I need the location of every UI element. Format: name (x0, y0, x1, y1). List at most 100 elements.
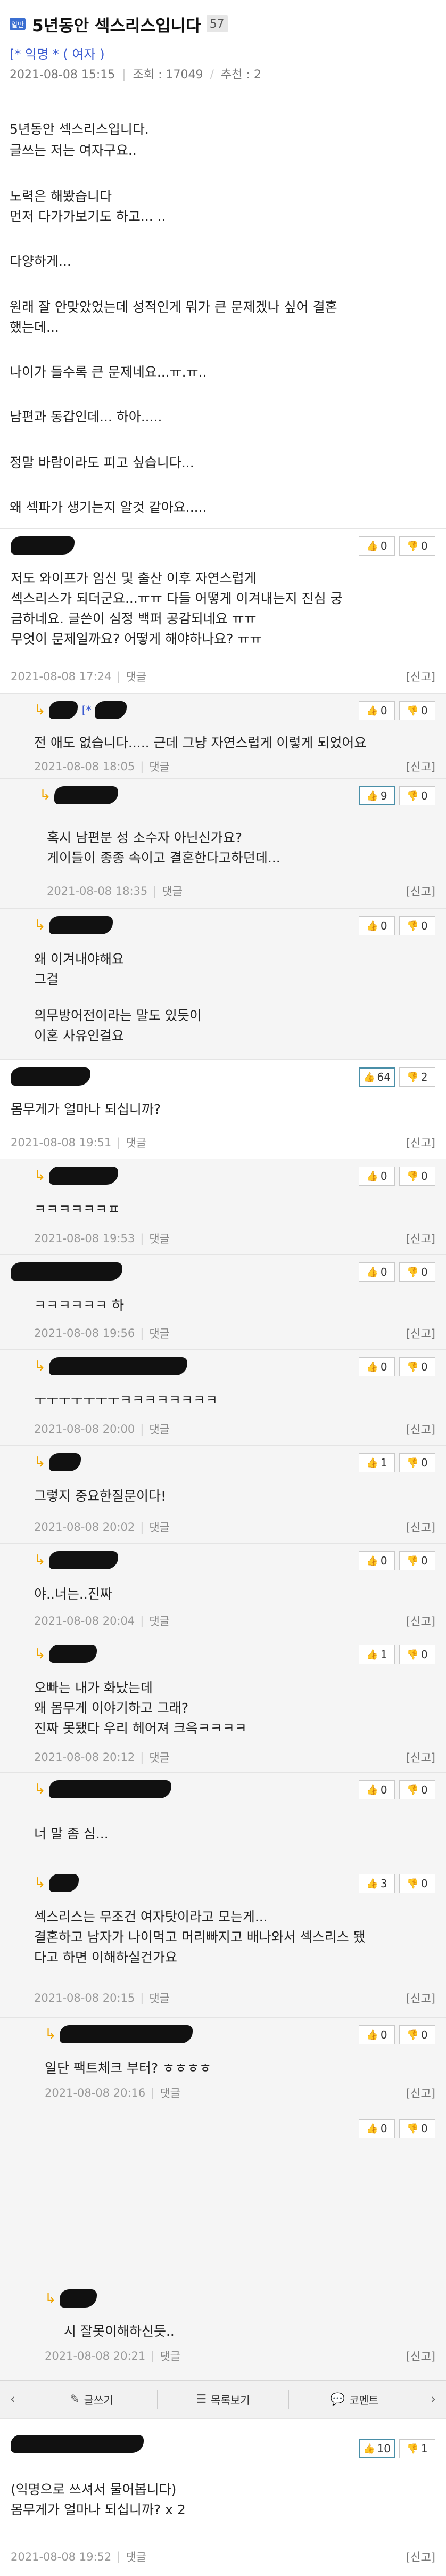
comment-author[interactable]: ↳ (34, 1645, 97, 1663)
upvote-button[interactable]: 👍 3 (359, 1874, 395, 1893)
report-link[interactable]: [신고] (406, 1135, 435, 1151)
upvote-button[interactable]: 👍 0 (359, 916, 395, 935)
downvote-button[interactable]: 👎 0 (399, 1645, 435, 1664)
downvote-button[interactable]: 👎 0 (399, 536, 435, 556)
reply-arrow-icon: ↳ (34, 1781, 46, 1797)
report-link[interactable]: [신고] (406, 1613, 435, 1629)
comment-author[interactable] (11, 2435, 144, 2453)
report-link[interactable]: [신고] (406, 2085, 435, 2101)
reply-link[interactable]: 댓글 (126, 2549, 146, 2565)
comment-author[interactable]: ↳ (34, 1453, 81, 1471)
upvote-button[interactable]: 👍 9 (359, 786, 395, 805)
report-link[interactable]: [신고] (406, 1519, 435, 1535)
comment-author[interactable] (11, 536, 75, 555)
upvote-button[interactable]: 👍 10 (359, 2439, 395, 2458)
upvote-button[interactable]: 👍 1 (359, 1645, 395, 1664)
thumbs-up-icon: 👍 (366, 705, 378, 716)
thumbs-down-icon: 👎 (407, 1555, 419, 1567)
comment-item: 👍 0 👎 0 저도 와이프가 임신 및 출산 이후 자연스럽게 섹스리스가 되더군… (0, 528, 446, 694)
vote-group: 👍 9 👎 0 (359, 786, 435, 805)
comment-reply: ↳ [* 👍 0 👎 0 전 애도 없습니다..... 근데 그냥 자연스럽게 이렇… (0, 694, 446, 779)
downvote-button[interactable]: 👎 0 (399, 1551, 435, 1570)
downvote-button[interactable]: 👎 0 (399, 786, 435, 805)
reply-link[interactable]: 댓글 (149, 759, 170, 775)
comment-button[interactable]: 💬 코멘트 (289, 2392, 420, 2407)
comment-line: 그렇지 중요한질문이다! (34, 1488, 166, 1504)
reply-arrow-icon: ↳ (45, 2026, 56, 2042)
downvote-button[interactable]: 👎 0 (399, 1874, 435, 1893)
reply-link[interactable]: 댓글 (149, 1749, 170, 1765)
reply-link[interactable]: 댓글 (149, 1990, 170, 2006)
post-author[interactable]: [* 익명 * ( 여자 ) (10, 44, 436, 62)
reply-link[interactable]: 댓글 (149, 1421, 170, 1437)
upvote-button[interactable]: 👍 0 (359, 701, 395, 720)
downvote-button[interactable]: 👎 0 (399, 2025, 435, 2044)
upvote-button[interactable]: 👍 1 (359, 1453, 395, 1472)
comment-author[interactable] (11, 1262, 122, 1281)
comment-author[interactable]: ↳ (45, 2025, 193, 2043)
comment-author[interactable]: ↳ [* (34, 701, 127, 719)
reply-arrow-icon: ↳ (34, 702, 46, 718)
comment-author[interactable]: ↳ (34, 916, 113, 934)
reply-link[interactable]: 댓글 (126, 1135, 146, 1151)
report-link[interactable]: [신고] (406, 2348, 435, 2364)
upvote-button[interactable]: 👍 0 (359, 536, 395, 556)
upvote-button[interactable]: 👍 0 (359, 1167, 395, 1186)
downvote-button[interactable]: 👎 1 (399, 2439, 435, 2458)
comment-author[interactable]: ↳ (34, 1780, 171, 1798)
comment-author[interactable]: ↳ (34, 1357, 187, 1375)
chevron-right-icon[interactable]: › (420, 2391, 446, 2407)
reply-link[interactable]: 댓글 (126, 669, 146, 684)
reply-link[interactable]: 댓글 (162, 883, 183, 899)
vote-group: 👍 1 👎 0 (359, 1453, 435, 1472)
comment-author[interactable]: ↳ (34, 1167, 118, 1185)
comment-line: 왜 이겨내야해요 (34, 951, 124, 967)
chevron-left-icon[interactable]: ‹ (0, 2391, 26, 2407)
downvote-button[interactable]: 👎 0 (399, 916, 435, 935)
downvote-button[interactable]: 👎 0 (399, 701, 435, 720)
reply-link[interactable]: 댓글 (149, 1230, 170, 1246)
report-link[interactable]: [신고] (406, 669, 435, 684)
write-button[interactable]: ✎ 글쓰기 (26, 2392, 157, 2407)
redacted-nickname (59, 2025, 193, 2043)
comment-author[interactable]: ↳ (34, 1551, 118, 1569)
reply-link[interactable]: 댓글 (160, 2348, 180, 2364)
comment-author[interactable] (11, 1067, 90, 1086)
reply-link[interactable]: 댓글 (160, 2085, 180, 2101)
report-link[interactable]: [신고] (406, 1749, 435, 1765)
report-link[interactable]: [신고] (406, 1990, 435, 2006)
downvote-button[interactable]: 👎 2 (399, 1067, 435, 1087)
comment-author[interactable]: ↳ (34, 1874, 79, 1892)
report-link[interactable]: [신고] (406, 2549, 435, 2565)
report-link[interactable]: [신고] (406, 759, 435, 775)
upvote-button[interactable]: 👍 64 (359, 1067, 395, 1087)
downvote-button[interactable]: 👎 0 (399, 2119, 435, 2138)
reply-link[interactable]: 댓글 (149, 1519, 170, 1535)
upvote-button[interactable]: 👍 0 (359, 1262, 395, 1282)
upvote-button[interactable]: 👍 0 (359, 2119, 395, 2138)
reply-arrow-icon: ↳ (34, 1552, 46, 1568)
report-link[interactable]: [신고] (406, 1325, 435, 1341)
thumbs-up-icon: 👍 (366, 1649, 378, 1660)
upvote-button[interactable]: 👍 0 (359, 1551, 395, 1570)
upvote-button[interactable]: 👍 0 (359, 1357, 395, 1376)
reply-arrow-icon: ↳ (34, 1646, 46, 1662)
reply-link[interactable]: 댓글 (149, 1613, 170, 1629)
downvote-button[interactable]: 👎 0 (399, 1262, 435, 1282)
reply-link[interactable]: 댓글 (149, 1325, 170, 1341)
thumbs-down-icon: 👎 (407, 920, 419, 932)
upvote-button[interactable]: 👍 0 (359, 2025, 395, 2044)
list-button[interactable]: ☰ 목록보기 (158, 2392, 288, 2407)
report-link[interactable]: [신고] (406, 883, 435, 899)
report-link[interactable]: [신고] (406, 1230, 435, 1246)
downvote-button[interactable]: 👎 0 (399, 1167, 435, 1186)
downvote-button[interactable]: 👎 0 (399, 1453, 435, 1472)
upvote-button[interactable]: 👍 0 (359, 1780, 395, 1799)
downvote-button[interactable]: 👎 0 (399, 1780, 435, 1799)
thumbs-down-icon: 👎 (407, 705, 419, 716)
comment-author[interactable]: ↳ (45, 2289, 97, 2308)
body-line: 원래 잘 안맞았었는데 성적인게 뭐가 큰 문제겠나 싶어 결혼 (10, 299, 337, 315)
report-link[interactable]: [신고] (406, 1421, 435, 1437)
downvote-button[interactable]: 👎 0 (399, 1357, 435, 1376)
comment-author[interactable]: ↳ (39, 786, 118, 804)
